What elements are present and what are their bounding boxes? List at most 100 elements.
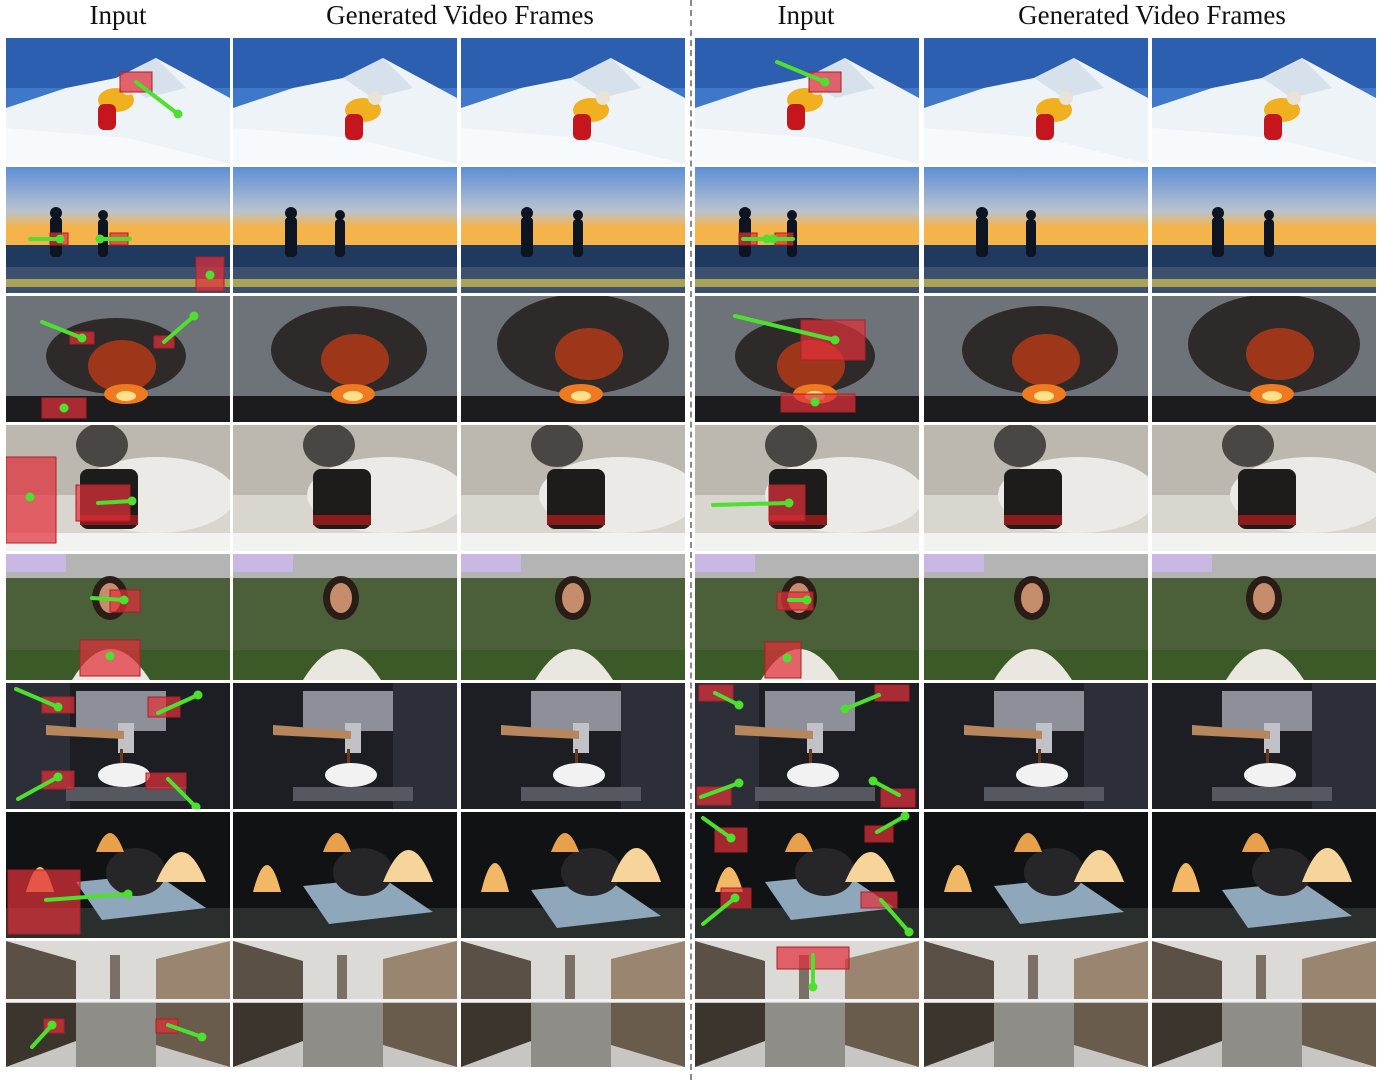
generated-frame-left-espresso-machine <box>461 683 685 809</box>
left-couple-beach-trajectory-endpoint <box>95 234 105 244</box>
right-volcano-smoke-trajectory-endpoint <box>830 335 840 345</box>
frame-image <box>695 554 919 680</box>
generated-frame-left-burning-book <box>233 812 457 938</box>
frame-image <box>6 296 230 422</box>
frame-image <box>6 683 230 809</box>
frame-image <box>6 38 230 164</box>
generated-frame-right-volcano-smoke <box>924 296 1148 422</box>
generated-frame-right-woman-field <box>924 554 1148 680</box>
input-frame-left-volcano-smoke <box>6 296 230 422</box>
frame-image <box>461 167 685 293</box>
frame-image <box>6 812 230 938</box>
generated-frame-right-burning-book <box>924 812 1148 938</box>
right-espresso-machine-drag-box <box>880 788 916 808</box>
generated-frame-left-woman-field <box>233 554 457 680</box>
frame-image <box>233 683 457 809</box>
left-street-reflection-trajectory-endpoint <box>47 1020 57 1030</box>
generated-frame-left-volcano-smoke <box>233 296 457 422</box>
frame-image <box>1152 812 1376 938</box>
frame-image <box>924 683 1148 809</box>
frame-image <box>1152 941 1376 1067</box>
input-frame-right-volcano-smoke <box>695 296 919 422</box>
generated-frame-left-skier <box>233 38 457 164</box>
generated-frame-left-steam-train <box>233 425 457 551</box>
right-woman-field-trajectory-endpoint <box>782 653 792 663</box>
left-couple-beach-trajectory-endpoint <box>205 270 215 280</box>
right-burning-book-trajectory-endpoint <box>726 833 736 843</box>
generated-frame-left-skier <box>461 38 685 164</box>
right-espresso-machine-trajectory-endpoint <box>734 700 744 710</box>
frame-image <box>461 941 685 1067</box>
input-frame-right-couple-beach <box>695 167 919 293</box>
frame-image <box>1152 167 1376 293</box>
left-woman-field-trajectory-line <box>90 596 126 602</box>
frame-image <box>695 296 919 422</box>
generated-frame-right-espresso-machine <box>924 683 1148 809</box>
generated-frame-left-espresso-machine <box>233 683 457 809</box>
frame-image <box>6 167 230 293</box>
right-steam-train-trajectory-endpoint <box>784 498 794 508</box>
frame-image <box>924 167 1148 293</box>
right-street-reflection-trajectory-endpoint <box>808 982 818 992</box>
input-frame-left-street-reflection <box>6 941 230 1067</box>
frame-image <box>924 296 1148 422</box>
input-frame-left-steam-train <box>6 425 230 551</box>
generated-frame-right-steam-train <box>924 425 1148 551</box>
right-espresso-machine-trajectory-endpoint <box>734 778 744 788</box>
frame-image <box>233 167 457 293</box>
right-burning-book-trajectory-endpoint <box>904 927 914 937</box>
left-espresso-machine-trajectory-endpoint <box>193 690 203 700</box>
right-skier-trajectory-endpoint <box>820 77 830 87</box>
header-input-right: Input <box>777 0 835 30</box>
input-frame-right-street-reflection <box>695 941 919 1067</box>
frame-image <box>233 812 457 938</box>
frame-image <box>233 38 457 164</box>
right-steam-train-trajectory-line <box>711 501 791 507</box>
right-volcano-smoke-trajectory-endpoint <box>810 397 820 407</box>
panel-divider <box>690 0 692 1080</box>
frame-image <box>1152 554 1376 680</box>
generated-frame-right-skier <box>924 38 1148 164</box>
generated-frame-right-volcano-smoke <box>1152 296 1376 422</box>
frame-image <box>6 425 230 551</box>
frame-image <box>233 296 457 422</box>
frame-image <box>924 425 1148 551</box>
input-frame-right-steam-train <box>695 425 919 551</box>
generated-frame-left-volcano-smoke <box>461 296 685 422</box>
left-espresso-machine-trajectory-endpoint <box>53 702 63 712</box>
frame-image <box>695 38 919 164</box>
frame-image <box>233 941 457 1067</box>
generated-frame-right-street-reflection <box>924 941 1148 1067</box>
frame-image <box>1152 683 1376 809</box>
left-steam-train-trajectory-endpoint <box>25 492 35 502</box>
header-generated-left: Generated Video Frames <box>326 0 594 30</box>
input-frame-right-espresso-machine <box>695 683 919 809</box>
frame-image <box>461 38 685 164</box>
frame-image <box>1152 296 1376 422</box>
left-couple-beach-trajectory-endpoint <box>55 234 65 244</box>
frame-image <box>924 38 1148 164</box>
generated-frame-right-espresso-machine <box>1152 683 1376 809</box>
frame-image <box>461 425 685 551</box>
left-skier-trajectory-endpoint <box>173 109 183 119</box>
left-woman-field-trajectory-endpoint <box>105 651 115 661</box>
generated-frame-left-street-reflection <box>461 941 685 1067</box>
input-frame-left-skier <box>6 38 230 164</box>
right-woman-field-trajectory-endpoint <box>802 595 812 605</box>
frame-image <box>461 683 685 809</box>
left-espresso-machine-trajectory-endpoint <box>53 772 63 782</box>
generated-frame-right-skier <box>1152 38 1376 164</box>
generated-frame-left-steam-train <box>461 425 685 551</box>
frame-image <box>6 941 230 1067</box>
generated-frame-right-burning-book <box>1152 812 1376 938</box>
left-volcano-smoke-trajectory-endpoint <box>189 311 199 321</box>
frame-image <box>695 425 919 551</box>
frame-image <box>233 425 457 551</box>
generated-frame-right-couple-beach <box>924 167 1148 293</box>
left-burning-book-drag-box <box>7 869 81 935</box>
generated-frame-right-steam-train <box>1152 425 1376 551</box>
input-frame-right-skier <box>695 38 919 164</box>
input-frame-right-woman-field <box>695 554 919 680</box>
right-espresso-machine-trajectory-endpoint <box>868 776 878 786</box>
input-frame-left-woman-field <box>6 554 230 680</box>
